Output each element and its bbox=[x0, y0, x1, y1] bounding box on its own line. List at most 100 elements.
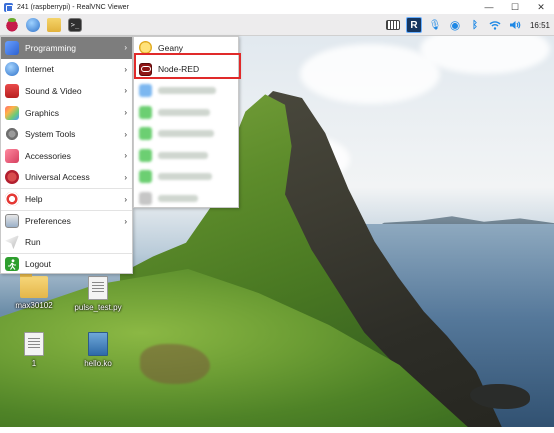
close-button[interactable]: ✕ bbox=[528, 0, 554, 14]
submenu-arrow-icon: › bbox=[124, 43, 127, 53]
realvnc-app-icon bbox=[4, 2, 13, 12]
submenu-item-geany[interactable]: Geany bbox=[134, 37, 238, 59]
submenu-arrow-icon: › bbox=[124, 108, 127, 118]
menu-item-label: System Tools bbox=[25, 129, 76, 140]
menu-item-label: Help bbox=[25, 194, 43, 205]
menu-item-universal-access[interactable]: Universal Access › bbox=[1, 167, 132, 189]
menu-item-label: Preferences bbox=[25, 216, 71, 227]
window-titlebar: 241 (raspberrypi) - RealVNC Viewer — ☐ ✕ bbox=[0, 0, 554, 14]
blurred-app-icon bbox=[139, 105, 152, 119]
maximize-button[interactable]: ☐ bbox=[502, 0, 528, 14]
blurred-label bbox=[158, 194, 198, 202]
submenu-item-blurred[interactable] bbox=[134, 80, 238, 102]
accessories-icon bbox=[5, 148, 19, 163]
microphone-icon[interactable]: 🎙 bbox=[428, 18, 442, 32]
wifi-icon[interactable] bbox=[488, 18, 502, 32]
menu-item-label: Programming bbox=[25, 42, 77, 53]
web-browser-button[interactable] bbox=[24, 16, 42, 34]
minimize-button[interactable]: — bbox=[476, 0, 502, 14]
taskbar: >_ R 🎙 ◉ ᛒ 16:51 bbox=[0, 14, 554, 36]
submenu-arrow-icon: › bbox=[124, 64, 127, 74]
window-title: 241 (raspberrypi) - RealVNC Viewer bbox=[17, 3, 129, 11]
submenu-arrow-icon: › bbox=[124, 172, 127, 182]
desktop-icon-file[interactable]: 1 bbox=[2, 332, 66, 368]
keyboard-icon[interactable] bbox=[385, 18, 400, 32]
lifebuoy-icon bbox=[5, 192, 19, 207]
blurred-label bbox=[158, 87, 216, 95]
submenu-item-blurred[interactable] bbox=[134, 123, 238, 145]
blurred-label bbox=[158, 130, 214, 138]
submenu-arrow-icon: › bbox=[124, 194, 127, 204]
submenu-arrow-icon: › bbox=[124, 216, 127, 226]
menu-item-label: Graphics bbox=[25, 107, 60, 118]
submenu-item-label: Node-RED bbox=[158, 64, 200, 75]
blurred-app-icon bbox=[139, 127, 152, 141]
submenu-item-blurred[interactable] bbox=[134, 166, 238, 188]
menu-item-label: Sound & Video bbox=[25, 85, 82, 96]
blurred-label bbox=[158, 151, 208, 159]
text-file-icon bbox=[88, 276, 108, 300]
window-controls: — ☐ ✕ bbox=[476, 0, 554, 14]
exit-icon bbox=[5, 257, 19, 272]
accessibility-icon bbox=[5, 170, 19, 185]
submenu-item-node-red[interactable]: Node-RED bbox=[134, 59, 238, 81]
volume-icon[interactable] bbox=[508, 18, 522, 32]
wallpaper-cloud bbox=[300, 44, 440, 104]
film-music-icon bbox=[5, 83, 19, 98]
folder-icon bbox=[20, 272, 48, 298]
text-file-icon bbox=[24, 332, 44, 356]
submenu-item-blurred[interactable] bbox=[134, 145, 238, 167]
desktop-icon-folder[interactable]: max30102 bbox=[2, 272, 66, 310]
desktop-icon-file[interactable]: hello.ko bbox=[66, 332, 130, 368]
menu-item-label: Logout bbox=[25, 259, 51, 270]
desktop-icon-label: 1 bbox=[31, 359, 37, 368]
applications-menu: Programming › Internet › Sound & Video ›… bbox=[0, 36, 133, 274]
node-red-icon bbox=[139, 62, 152, 76]
menu-item-accessories[interactable]: Accessories › bbox=[1, 145, 132, 167]
raspberry-menu-button[interactable] bbox=[3, 16, 21, 34]
submenu-item-label: Geany bbox=[158, 42, 184, 53]
folder-icon bbox=[47, 17, 61, 32]
globe-icon bbox=[5, 62, 19, 77]
menu-item-help[interactable]: Help › bbox=[1, 188, 132, 210]
launcher-group: >_ bbox=[3, 16, 84, 34]
module-file-icon bbox=[88, 332, 108, 356]
submenu-arrow-icon: › bbox=[124, 86, 127, 96]
desktop-icon-file[interactable]: pulse_test.py bbox=[66, 276, 130, 312]
bluetooth-icon[interactable]: ᛒ bbox=[468, 18, 482, 32]
vnc-server-icon[interactable]: R bbox=[405, 17, 422, 33]
menu-item-system-tools[interactable]: System Tools › bbox=[1, 123, 132, 145]
submenu-item-blurred[interactable] bbox=[134, 102, 238, 124]
menu-item-sound-video[interactable]: Sound & Video › bbox=[1, 80, 132, 102]
blurred-label bbox=[158, 173, 212, 181]
globe-icon bbox=[26, 17, 40, 32]
blurred-app-icon bbox=[139, 191, 152, 205]
menu-item-label: Internet bbox=[25, 64, 54, 75]
submenu-arrow-icon: › bbox=[124, 151, 127, 161]
blurred-app-icon bbox=[139, 84, 152, 98]
menu-item-label: Run bbox=[25, 237, 41, 248]
submenu-item-blurred[interactable] bbox=[134, 188, 238, 210]
file-manager-button[interactable] bbox=[45, 16, 63, 34]
clock[interactable]: 16:51 bbox=[530, 21, 550, 30]
geany-icon bbox=[139, 41, 152, 55]
desktop-icon-label: max30102 bbox=[15, 301, 53, 310]
programming-icon bbox=[5, 40, 19, 55]
blurred-app-icon bbox=[139, 170, 152, 184]
menu-item-run[interactable]: Run bbox=[1, 231, 132, 253]
submenu-arrow-icon: › bbox=[124, 129, 127, 139]
menu-item-graphics[interactable]: Graphics › bbox=[1, 102, 132, 124]
paper-plane-icon bbox=[5, 235, 19, 250]
preferences-icon bbox=[5, 214, 19, 229]
palette-icon bbox=[5, 105, 19, 120]
updater-icon[interactable]: ◉ bbox=[448, 18, 462, 32]
menu-item-internet[interactable]: Internet › bbox=[1, 59, 132, 81]
menu-item-programming[interactable]: Programming › bbox=[1, 37, 132, 59]
terminal-icon: >_ bbox=[68, 17, 82, 32]
menu-item-preferences[interactable]: Preferences › bbox=[1, 209, 132, 232]
blurred-app-icon bbox=[139, 148, 152, 162]
menu-item-label: Accessories bbox=[25, 150, 71, 161]
system-tray: R 🎙 ◉ ᛒ 16:51 bbox=[385, 14, 550, 36]
terminal-button[interactable]: >_ bbox=[66, 16, 84, 34]
menu-item-logout[interactable]: Logout bbox=[1, 252, 132, 275]
